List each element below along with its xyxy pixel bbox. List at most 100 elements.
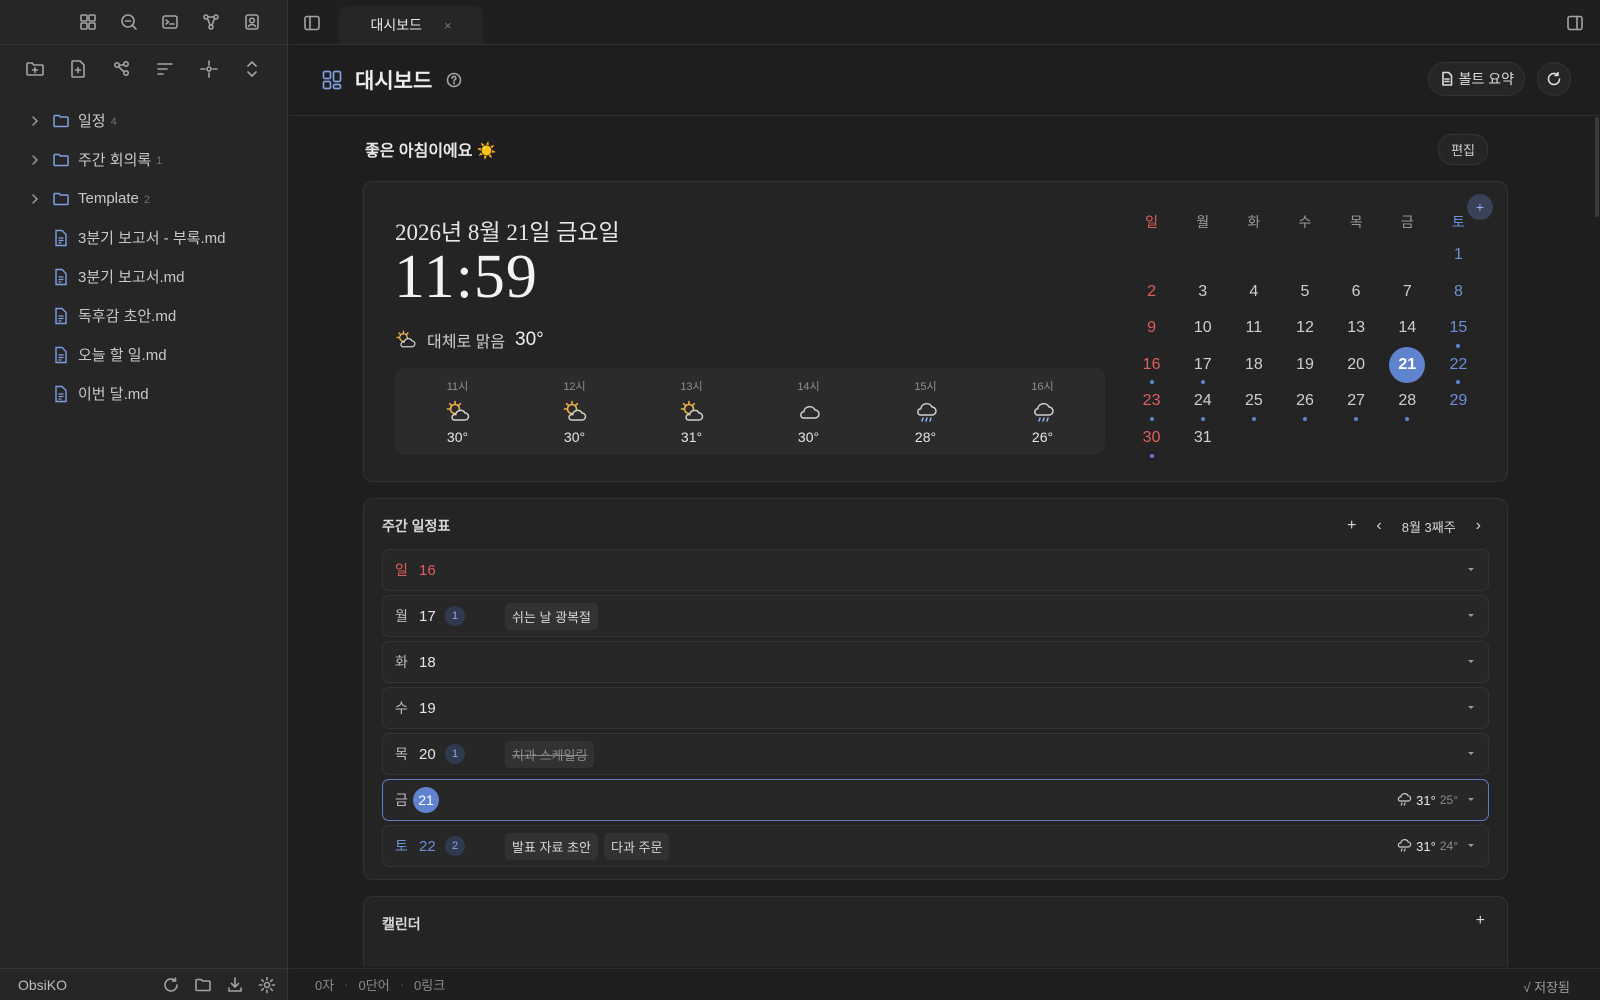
week-navigation: + ‹ 8월 3째주 ›: [1347, 517, 1489, 536]
chevron-right-icon[interactable]: [28, 114, 42, 128]
week-day-row[interactable]: 수 19: [382, 687, 1489, 729]
calendar-day[interactable]: 16: [1126, 350, 1177, 387]
folder-item[interactable]: Template 2: [0, 179, 287, 218]
calendar-day[interactable]: 20: [1331, 350, 1382, 387]
add-weekly-event-button[interactable]: +: [1347, 517, 1356, 535]
chevron-down-icon[interactable]: [1466, 840, 1476, 850]
week-day-row[interactable]: 토 22 2 발표 자료 초안 다과 주문 31° 24°: [382, 825, 1489, 867]
chevron-down-icon[interactable]: [1466, 564, 1476, 574]
sync-icon[interactable]: [160, 974, 182, 996]
scrollbar[interactable]: [1595, 117, 1599, 217]
calendar-day[interactable]: 12: [1279, 313, 1330, 350]
calendar-day[interactable]: 30: [1126, 423, 1177, 460]
calendar-day[interactable]: 19: [1279, 350, 1330, 387]
chevron-down-icon[interactable]: [1466, 702, 1476, 712]
terminal-icon[interactable]: [159, 11, 181, 33]
event-chip[interactable]: 발표 자료 초안: [505, 832, 598, 860]
calendar-day[interactable]: 10: [1177, 313, 1228, 350]
download-icon[interactable]: [224, 974, 246, 996]
vault-name[interactable]: ObsiKO: [18, 977, 160, 993]
calendar-day[interactable]: 25: [1228, 386, 1279, 423]
calendar-day[interactable]: 6: [1331, 277, 1382, 314]
toggle-left-sidebar-icon[interactable]: [301, 12, 323, 34]
help-icon[interactable]: [446, 72, 462, 88]
new-note-icon[interactable]: [67, 58, 89, 80]
folder-item[interactable]: 일정 4: [0, 101, 287, 140]
chevron-right-icon[interactable]: [28, 192, 42, 206]
calendar-day[interactable]: 17: [1177, 350, 1228, 387]
calendar-day[interactable]: 7: [1382, 277, 1433, 314]
day-number: 27: [1347, 392, 1366, 410]
week-day-row[interactable]: 목 20 1 치과 스케일링: [382, 733, 1489, 775]
folder-item[interactable]: 주간 회의록 1: [0, 140, 287, 179]
sort-icon[interactable]: [154, 58, 176, 80]
calendar-day[interactable]: 11: [1228, 313, 1279, 350]
file-item[interactable]: 오늘 할 일.md: [0, 335, 287, 374]
event-chip[interactable]: 다과 주문: [603, 832, 670, 860]
focus-crosshair-icon[interactable]: [198, 58, 220, 80]
settings-gear-icon[interactable]: [256, 974, 278, 996]
calendar-day[interactable]: 5: [1279, 277, 1330, 314]
edit-button[interactable]: 편집: [1438, 133, 1488, 165]
event-chip[interactable]: 치과 스케일링: [505, 740, 595, 768]
calendar-day[interactable]: 2: [1126, 277, 1177, 314]
calendar-day[interactable]: 9: [1126, 313, 1177, 350]
calendar-day[interactable]: 29: [1433, 386, 1484, 423]
tab-dashboard[interactable]: 대시보드 ×: [339, 6, 483, 44]
next-week-button[interactable]: ›: [1476, 517, 1481, 535]
file-icon: [52, 229, 70, 247]
tree-item-label: 독후감 초안.md: [78, 308, 177, 325]
search-icon[interactable]: [118, 11, 140, 33]
calendar-day[interactable]: 31: [1177, 423, 1228, 460]
calendar-day[interactable]: 8: [1433, 277, 1484, 314]
chevron-down-icon[interactable]: [1466, 656, 1476, 666]
calendar-day[interactable]: 15: [1433, 313, 1484, 350]
new-folder-icon[interactable]: [24, 58, 46, 80]
expand-collapse-icon[interactable]: [241, 58, 263, 80]
dashboard-icon[interactable]: [77, 11, 99, 33]
tree-item-label: Template: [78, 190, 139, 207]
event-list: 쉬는 날 광복절: [505, 602, 598, 630]
week-day-row[interactable]: 금 21 31° 25°: [382, 779, 1489, 821]
event-chip[interactable]: 쉬는 날 광복절: [505, 602, 598, 630]
file-item[interactable]: 3분기 보고서.md: [0, 257, 287, 296]
calendar-day[interactable]: 14: [1382, 313, 1433, 350]
week-day-row[interactable]: 일 16: [382, 549, 1489, 591]
refresh-button[interactable]: [1537, 62, 1571, 96]
prev-week-button[interactable]: ‹: [1376, 517, 1381, 535]
graph-view-icon[interactable]: [200, 11, 222, 33]
week-day-row[interactable]: 월 17 1 쉬는 날 광복절: [382, 595, 1489, 637]
contact-book-icon[interactable]: [241, 11, 263, 33]
calendar-day[interactable]: 1: [1433, 240, 1484, 277]
chevron-down-icon[interactable]: [1466, 610, 1476, 620]
calendar-day[interactable]: 27: [1331, 386, 1382, 423]
dashboard-icon: [321, 69, 343, 91]
folder-icon[interactable]: [192, 974, 214, 996]
calendar-day-today[interactable]: 21: [1382, 346, 1433, 387]
calendar-day[interactable]: 3: [1177, 277, 1228, 314]
chevron-down-icon[interactable]: [1466, 748, 1476, 758]
calendar-blank: [1279, 240, 1330, 277]
file-item[interactable]: 3분기 보고서 - 부록.md: [0, 218, 287, 257]
word-count: 0단어: [358, 978, 390, 993]
vault-summary-button[interactable]: 볼트 요약: [1427, 62, 1525, 96]
toggle-right-sidebar-icon[interactable]: [1564, 12, 1586, 34]
calendar-day[interactable]: 28: [1382, 386, 1433, 423]
file-item[interactable]: 이번 달.md: [0, 374, 287, 413]
chevron-down-icon[interactable]: [1466, 794, 1476, 804]
calendar-day[interactable]: 23: [1126, 386, 1177, 423]
today-card: 2026년 8월 21일 금요일 11:59 대체로 맑음 30° 11시 30°…: [363, 181, 1508, 482]
calendar-day[interactable]: 18: [1228, 350, 1279, 387]
calendar-day[interactable]: 13: [1331, 313, 1382, 350]
file-item[interactable]: 독후감 초안.md: [0, 296, 287, 335]
calendar-day[interactable]: 4: [1228, 277, 1279, 314]
week-day-row[interactable]: 화 18: [382, 641, 1489, 683]
view-header: 대시보드 볼트 요약: [289, 45, 1600, 116]
calendar-day[interactable]: 26: [1279, 386, 1330, 423]
hierarchy-icon[interactable]: [111, 58, 133, 80]
calendar-day[interactable]: 22: [1433, 350, 1484, 387]
tab-close-icon[interactable]: ×: [444, 18, 452, 33]
calendar-day[interactable]: 24: [1177, 386, 1228, 423]
calendar-add-button[interactable]: +: [1476, 912, 1485, 930]
chevron-right-icon[interactable]: [28, 153, 42, 167]
